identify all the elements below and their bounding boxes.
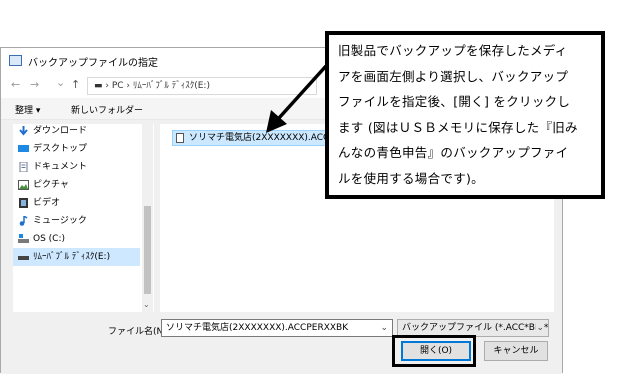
callout-line: ます (図はＵＳＢメモリに保存した『旧み bbox=[338, 119, 578, 135]
callout-line: 旧製品でバックアップを保存したメディ bbox=[338, 43, 568, 58]
callout-line: ファイルを指定後、[開く] をクリックし bbox=[338, 94, 571, 109]
callout-line: んなの青色申告』のバックアップファイ bbox=[338, 145, 569, 160]
callout-line: アを画面左側より選択し、バックアップ bbox=[338, 68, 569, 84]
callout-line: ルを使用する場合です)。 bbox=[338, 170, 484, 186]
instruction-callout: 旧製品でバックアップを保存したメディ アを画面左側より選択し、バックアップ ファ… bbox=[325, 31, 605, 199]
